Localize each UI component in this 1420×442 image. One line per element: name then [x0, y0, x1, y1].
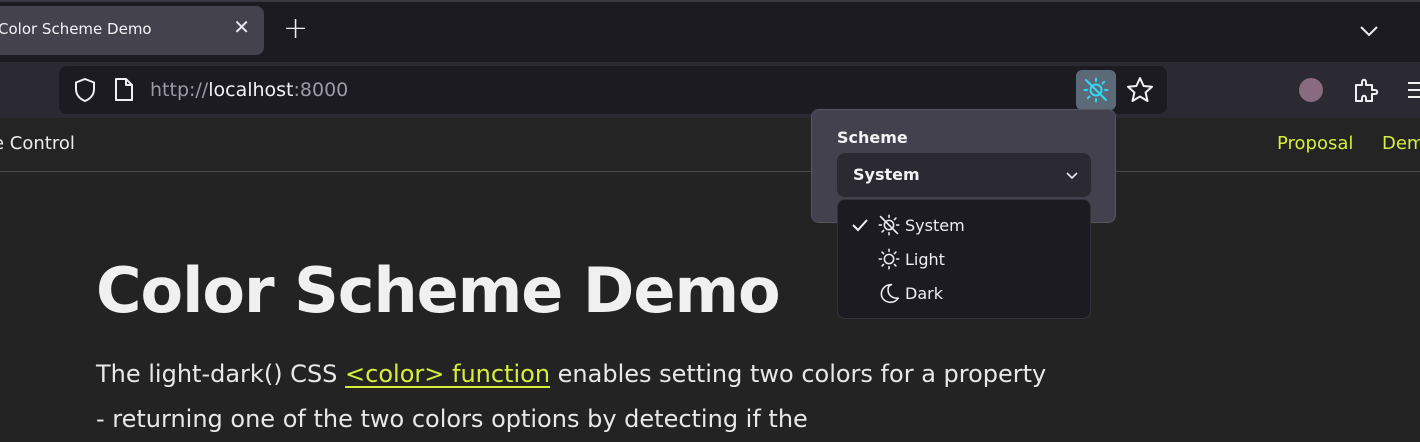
sun-slash-icon [1083, 77, 1109, 103]
url-text[interactable]: http://localhost:8000 [150, 79, 348, 101]
account-avatar[interactable] [1299, 78, 1323, 102]
page-title: Color Scheme Demo [96, 254, 781, 327]
nav-link-demo[interactable]: Dem [1382, 133, 1420, 154]
tab-bar-border [0, 0, 1420, 2]
checkmark-icon [851, 217, 869, 237]
url-scheme: http:// [150, 79, 209, 101]
scheme-option-light[interactable]: Light [838, 243, 1090, 275]
scheme-select[interactable]: System [837, 153, 1091, 197]
sun-icon [878, 248, 900, 274]
scheme-label: Scheme [837, 128, 908, 147]
list-all-tabs-button[interactable] [1358, 20, 1380, 46]
url-host: localhost [208, 79, 294, 101]
scheme-option-system[interactable]: System [838, 209, 1090, 241]
navigation-toolbar: http://localhost:8000 [0, 62, 1420, 118]
tab-bar: Color Scheme Demo ✕ + [0, 0, 1420, 62]
scheme-select-value: System [853, 165, 920, 184]
scheme-option-label: Light [905, 250, 945, 269]
url-port: :8000 [293, 79, 349, 101]
bookmark-star-icon[interactable] [1125, 75, 1155, 109]
chevron-down-icon [1065, 167, 1079, 186]
site-header: e Control Proposal Dem [0, 118, 1420, 172]
tab-color-scheme-demo[interactable]: Color Scheme Demo ✕ [0, 6, 264, 55]
intro-paragraph: The light-dark() CSS <color> function en… [96, 352, 1056, 442]
site-name[interactable]: e Control [0, 133, 75, 154]
nav-link-proposal[interactable]: Proposal [1277, 133, 1353, 154]
scheme-dropdown-list: System Light Dark [837, 199, 1091, 319]
page-info-icon[interactable] [112, 77, 136, 107]
color-scheme-extension-button[interactable] [1076, 70, 1116, 110]
scheme-option-label: System [905, 216, 965, 235]
url-bar[interactable]: http://localhost:8000 [59, 66, 1167, 114]
moon-icon [878, 282, 900, 308]
tab-title: Color Scheme Demo [0, 20, 152, 38]
color-function-link[interactable]: <color> function [345, 360, 550, 388]
scheme-option-label: Dark [905, 284, 943, 303]
extensions-puzzle-icon[interactable] [1353, 76, 1379, 108]
intro-text-start: The light-dark() CSS [96, 360, 346, 388]
chevron-down-icon [1360, 26, 1378, 37]
new-tab-button[interactable]: + [283, 14, 308, 44]
sun-slash-icon [878, 214, 900, 240]
close-tab-icon[interactable]: ✕ [233, 15, 250, 39]
app-menu-icon[interactable] [1408, 80, 1420, 104]
tracking-protection-shield-icon[interactable] [72, 77, 98, 107]
scheme-option-dark[interactable]: Dark [838, 277, 1090, 309]
